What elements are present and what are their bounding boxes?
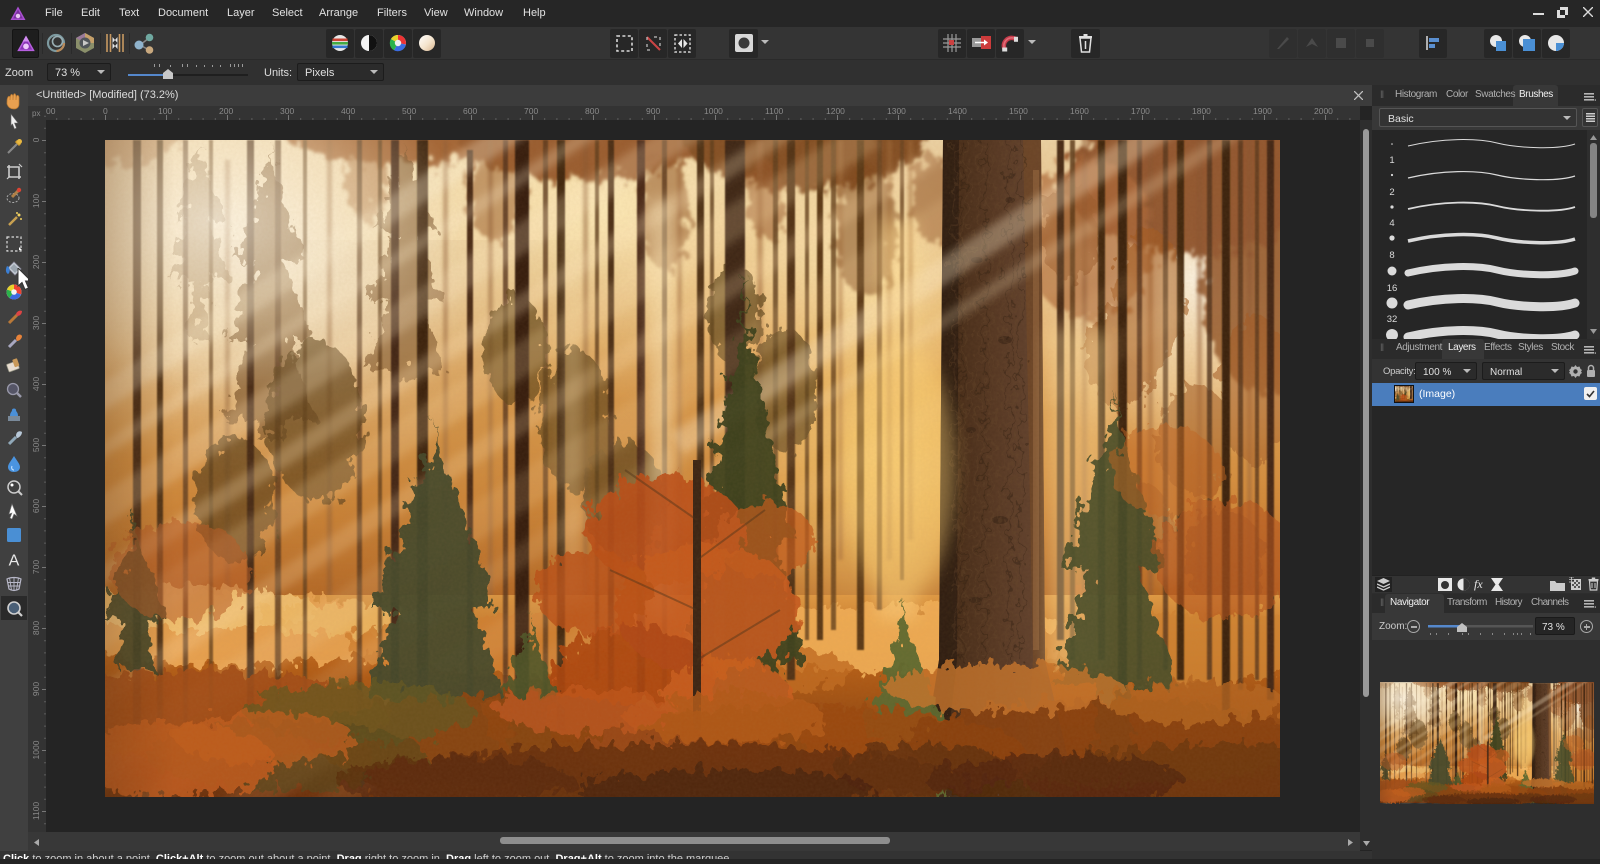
svg-text:700: 700: [524, 106, 538, 116]
svg-text:1900: 1900: [1253, 106, 1272, 116]
svg-text:1300: 1300: [887, 106, 906, 116]
svg-text:100: 100: [31, 194, 41, 208]
svg-text:8: 8: [1389, 250, 1394, 261]
svg-text:2000: 2000: [1314, 106, 1333, 116]
svg-text:900: 900: [31, 682, 41, 696]
svg-text:0: 0: [31, 137, 41, 142]
svg-text:2: 2: [1389, 187, 1394, 198]
svg-text:600: 600: [463, 106, 477, 116]
svg-text:900: 900: [646, 106, 660, 116]
svg-text:400: 400: [341, 106, 355, 116]
svg-text:4: 4: [1389, 218, 1394, 229]
svg-text:300: 300: [280, 106, 294, 116]
svg-text:300: 300: [31, 316, 41, 330]
svg-text:1700: 1700: [1131, 106, 1150, 116]
svg-text:16: 16: [1387, 283, 1398, 294]
svg-text:200: 200: [31, 255, 41, 269]
svg-text:1800: 1800: [1192, 106, 1211, 116]
svg-text:A: A: [9, 553, 20, 570]
svg-text:100: 100: [158, 106, 172, 116]
svg-text:00: 00: [46, 106, 56, 116]
svg-text:800: 800: [31, 621, 41, 635]
svg-text:1200: 1200: [826, 106, 845, 116]
svg-text:1500: 1500: [1009, 106, 1028, 116]
svg-text:1400: 1400: [948, 106, 967, 116]
svg-text:1100: 1100: [31, 802, 41, 821]
svg-text:500: 500: [402, 106, 416, 116]
svg-text:1000: 1000: [31, 740, 41, 759]
svg-text:600: 600: [31, 499, 41, 513]
svg-text:500: 500: [31, 438, 41, 452]
svg-text:32: 32: [1387, 314, 1398, 325]
svg-text:0: 0: [103, 106, 108, 116]
svg-text:1600: 1600: [1070, 106, 1089, 116]
svg-text:1000: 1000: [704, 106, 723, 116]
svg-text:400: 400: [31, 377, 41, 391]
svg-text:700: 700: [31, 560, 41, 574]
svg-text:800: 800: [585, 106, 599, 116]
svg-text:200: 200: [219, 106, 233, 116]
svg-text:1100: 1100: [765, 106, 784, 116]
svg-text:1: 1: [1389, 155, 1394, 166]
